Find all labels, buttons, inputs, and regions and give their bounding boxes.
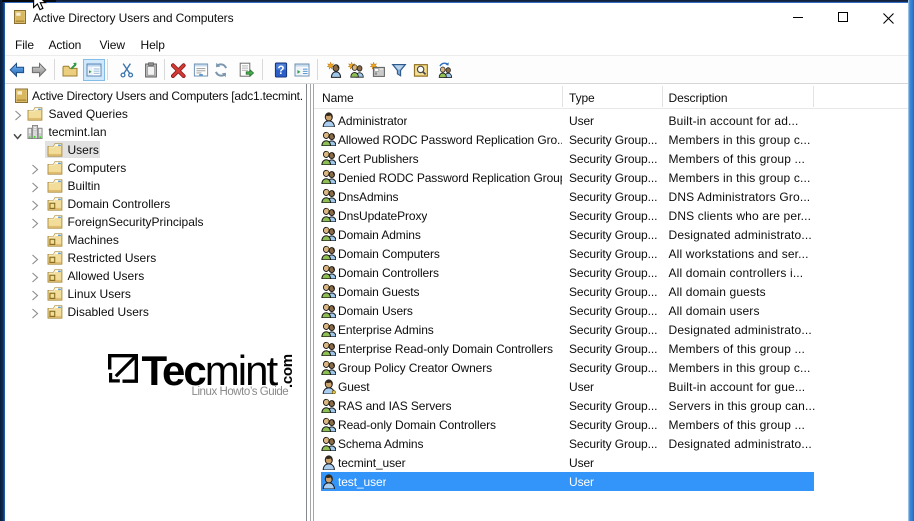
svg-text:?: ?: [277, 65, 284, 77]
